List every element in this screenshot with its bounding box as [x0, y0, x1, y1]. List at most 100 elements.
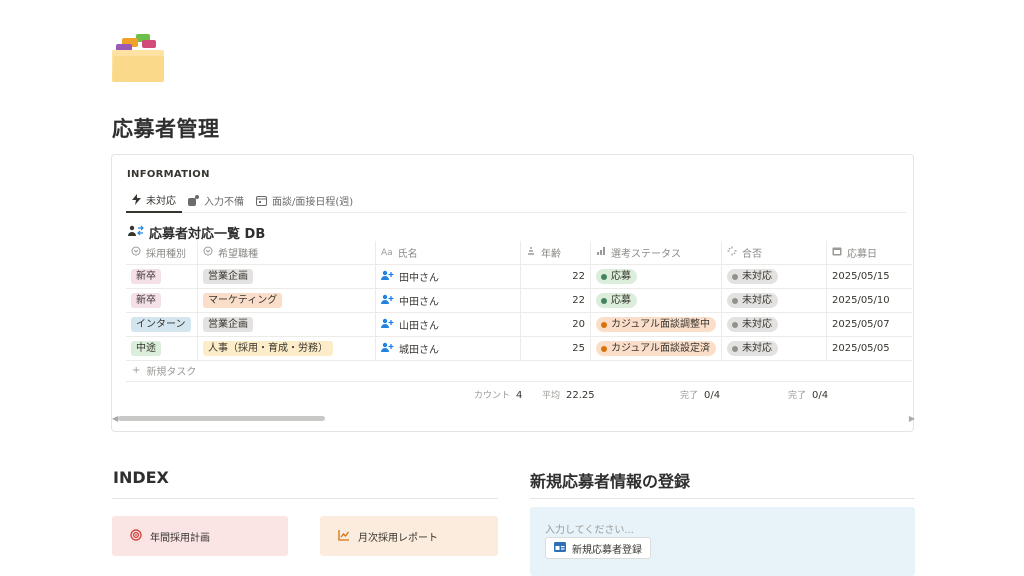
chart-icon — [338, 529, 350, 544]
result-label: 未対応 — [742, 271, 772, 282]
status-badge: 応募 — [596, 293, 637, 308]
date-cell[interactable]: 2025/05/15 — [827, 265, 912, 288]
status-cell[interactable]: 応募 — [591, 289, 722, 312]
result-badge: 未対応 — [727, 317, 778, 332]
lightning-icon — [132, 193, 141, 205]
target-icon — [130, 528, 142, 544]
horizontal-scrollbar[interactable]: ◀ ▶ — [112, 414, 915, 423]
card-annual-plan[interactable]: 年間採用計画 — [112, 516, 288, 556]
tab-interview-schedule[interactable]: 面談/面接日程(週) — [250, 187, 359, 213]
divider — [126, 381, 912, 382]
view-tabs: 未対応 入力不備 面談/面接日程(週) — [126, 187, 906, 213]
calendar-icon — [256, 195, 267, 206]
plus-icon: + — [132, 365, 141, 376]
information-panel: INFORMATION 未対応 入力不備 面談/面接日程(週) 応募者対応一覧 … — [111, 154, 915, 432]
result-label: 未対応 — [742, 295, 772, 306]
database-title-label: 応募者対応一覧 DB — [149, 227, 266, 242]
column-label: 選考ステータス — [611, 249, 681, 260]
divider — [112, 498, 498, 499]
divider — [530, 498, 915, 499]
register-applicant-button[interactable]: 新規応募者登録 — [545, 537, 651, 559]
column-label: 氏名 — [397, 249, 418, 260]
summary-done-result[interactable]: 完了 0/4 — [788, 388, 828, 401]
name-cell[interactable]: 中田さん — [376, 289, 521, 312]
type-cell[interactable]: 中途 — [126, 337, 198, 360]
date-cell[interactable]: 2025/05/10 — [827, 289, 912, 312]
name-cell[interactable]: 田中さん — [376, 265, 521, 288]
summary-count[interactable]: カウント 4 — [474, 388, 522, 401]
type-cell[interactable]: 新卒 — [126, 289, 198, 312]
job-cell[interactable]: マーケティング — [198, 289, 376, 312]
column-header-status[interactable]: 選考ステータス — [591, 241, 722, 264]
column-header-date[interactable]: 応募日 — [827, 241, 912, 264]
status-badge: 応募 — [596, 269, 637, 284]
summary-done-status[interactable]: 完了 0/4 — [680, 388, 720, 401]
select-icon — [131, 246, 141, 259]
age-cell[interactable]: 20 — [521, 313, 591, 336]
summary-label: 完了 — [680, 391, 699, 401]
job-cell[interactable]: 人事（採用・育成・労務） — [198, 337, 376, 360]
result-cell[interactable]: 未対応 — [722, 289, 827, 312]
result-label: 未対応 — [742, 319, 772, 330]
summary-label: 完了 — [788, 391, 807, 401]
type-tag: インターン — [131, 317, 191, 332]
age-cell[interactable]: 25 — [521, 337, 591, 360]
tab-label: 未対応 — [146, 195, 176, 207]
type-cell[interactable]: 新卒 — [126, 265, 198, 288]
summary-average[interactable]: 平均 22.25 — [542, 388, 595, 401]
result-cell[interactable]: 未対応 — [722, 313, 827, 336]
status-cell[interactable]: 応募 — [591, 265, 722, 288]
scroll-right-icon[interactable]: ▶ — [909, 414, 915, 423]
type-tag: 新卒 — [131, 293, 161, 308]
applicant-name: 山田さん — [399, 321, 439, 332]
column-header-result[interactable]: 合否 — [722, 241, 827, 264]
job-cell[interactable]: 営業企画 — [198, 265, 376, 288]
job-cell[interactable]: 営業企画 — [198, 313, 376, 336]
scroll-thumb[interactable] — [118, 416, 325, 421]
card-monthly-report[interactable]: 月次採用レポート — [320, 516, 498, 556]
table-row[interactable]: 中途 人事（採用・育成・労務） 城田さん 25 カジュアル面談設定済 未対応 2… — [126, 337, 912, 361]
job-tag: マーケティング — [203, 293, 283, 308]
summary-value: 0/4 — [812, 390, 829, 401]
column-header-type[interactable]: 採用種別 — [126, 241, 198, 264]
age-cell[interactable]: 22 — [521, 265, 591, 288]
result-badge: 未対応 — [727, 293, 778, 308]
table-row[interactable]: 新卒 営業企画 田中さん 22 応募 未対応 2025/05/15 — [126, 265, 912, 289]
database-title[interactable]: 応募者対応一覧 DB — [128, 223, 265, 242]
new-task-button[interactable]: + 新規タスク — [132, 363, 196, 378]
people-arrows-icon — [128, 225, 144, 241]
table-header-row: 採用種別 希望職種 Aa 氏名 年齢 選考ステータス 合否 応募日 — [126, 241, 912, 265]
result-cell[interactable]: 未対応 — [722, 265, 827, 288]
status-cell[interactable]: カジュアル面談調整中 — [591, 313, 722, 336]
result-badge: 未対応 — [727, 269, 778, 284]
column-header-age[interactable]: 年齢 — [521, 241, 591, 264]
register-form: 入力してください... 新規応募者登録 — [530, 507, 915, 576]
register-input[interactable]: 入力してください... — [545, 521, 634, 536]
name-cell[interactable]: 城田さん — [376, 337, 521, 360]
type-tag: 中途 — [131, 341, 161, 356]
age-cell[interactable]: 22 — [521, 289, 591, 312]
status-badge: カジュアル面談調整中 — [596, 317, 716, 332]
column-header-name[interactable]: Aa 氏名 — [376, 241, 521, 264]
name-cell[interactable]: 山田さん — [376, 313, 521, 336]
type-tag: 新卒 — [131, 269, 161, 284]
type-cell[interactable]: インターン — [126, 313, 198, 336]
folder-icon[interactable] — [112, 32, 166, 84]
column-label: 合否 — [742, 249, 762, 260]
status-label: カジュアル面談設定済 — [611, 343, 710, 354]
result-cell[interactable]: 未対応 — [722, 337, 827, 360]
register-button-label: 新規応募者登録 — [572, 544, 642, 556]
text-property-icon: Aa — [381, 247, 393, 258]
status-bars-icon — [596, 246, 606, 259]
applicant-name: 中田さん — [399, 297, 439, 308]
tab-input-error[interactable]: 入力不備 — [182, 187, 250, 213]
date-cell[interactable]: 2025/05/05 — [827, 337, 912, 360]
date-cell[interactable]: 2025/05/07 — [827, 313, 912, 336]
summary-label: カウント — [474, 391, 511, 401]
column-header-job[interactable]: 希望職種 — [198, 241, 376, 264]
table-row[interactable]: インターン 営業企画 山田さん 20 カジュアル面談調整中 未対応 2025/0… — [126, 313, 912, 337]
table-row[interactable]: 新卒 マーケティング 中田さん 22 応募 未対応 2025/05/10 — [126, 289, 912, 313]
tab-unhandled[interactable]: 未対応 — [126, 187, 182, 213]
status-cell[interactable]: カジュアル面談設定済 — [591, 337, 722, 360]
card-label: 月次採用レポート — [358, 532, 438, 544]
